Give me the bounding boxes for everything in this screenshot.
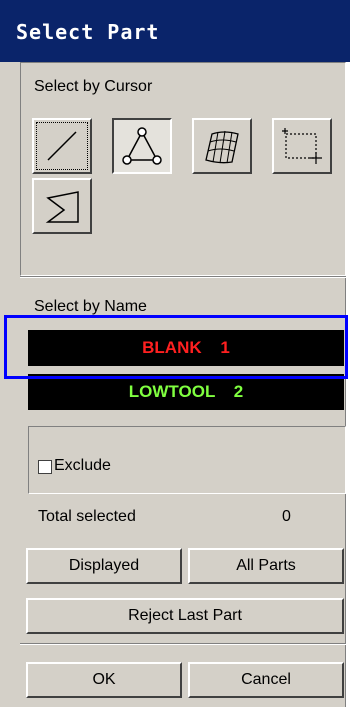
polygon-select-button[interactable] xyxy=(32,178,92,234)
cancel-button[interactable]: Cancel xyxy=(188,662,344,698)
surface-mesh-icon xyxy=(205,130,239,164)
part-name: LOWTOOL xyxy=(128,382,216,401)
ok-button[interactable]: OK xyxy=(26,662,182,698)
window-title: Select Part xyxy=(16,20,160,44)
polygon-select-icon xyxy=(45,191,79,223)
exclude-label: Exclude xyxy=(54,457,111,474)
surface-select-button[interactable] xyxy=(192,118,252,174)
part-id: 2 xyxy=(233,382,244,401)
select-by-cursor-label: Select by Cursor xyxy=(34,78,153,95)
selection-highlight xyxy=(4,315,348,379)
total-selected-label: Total selected xyxy=(38,508,136,525)
separator-line xyxy=(20,643,346,645)
total-selected-value: 0 xyxy=(282,508,291,525)
node-select-button[interactable] xyxy=(112,118,172,174)
reject-last-part-button[interactable]: Reject Last Part xyxy=(26,598,344,634)
all-parts-button[interactable]: All Parts xyxy=(188,548,344,584)
box-select-button[interactable] xyxy=(272,118,332,174)
separator-line xyxy=(20,276,346,278)
title-bar[interactable]: Select Part xyxy=(0,0,350,62)
triangle-nodes-icon xyxy=(122,127,162,165)
displayed-button[interactable]: Displayed xyxy=(26,548,182,584)
select-part-dialog: Select Part Select by Cursor Select by N… xyxy=(0,0,350,707)
line-icon xyxy=(47,131,77,161)
line-select-button[interactable] xyxy=(32,118,92,174)
select-by-name-label: Select by Name xyxy=(34,298,147,315)
part-list-item[interactable]: LOWTOOL 2 xyxy=(28,374,344,410)
exclude-checkbox[interactable] xyxy=(38,460,52,474)
box-select-icon xyxy=(282,128,322,164)
